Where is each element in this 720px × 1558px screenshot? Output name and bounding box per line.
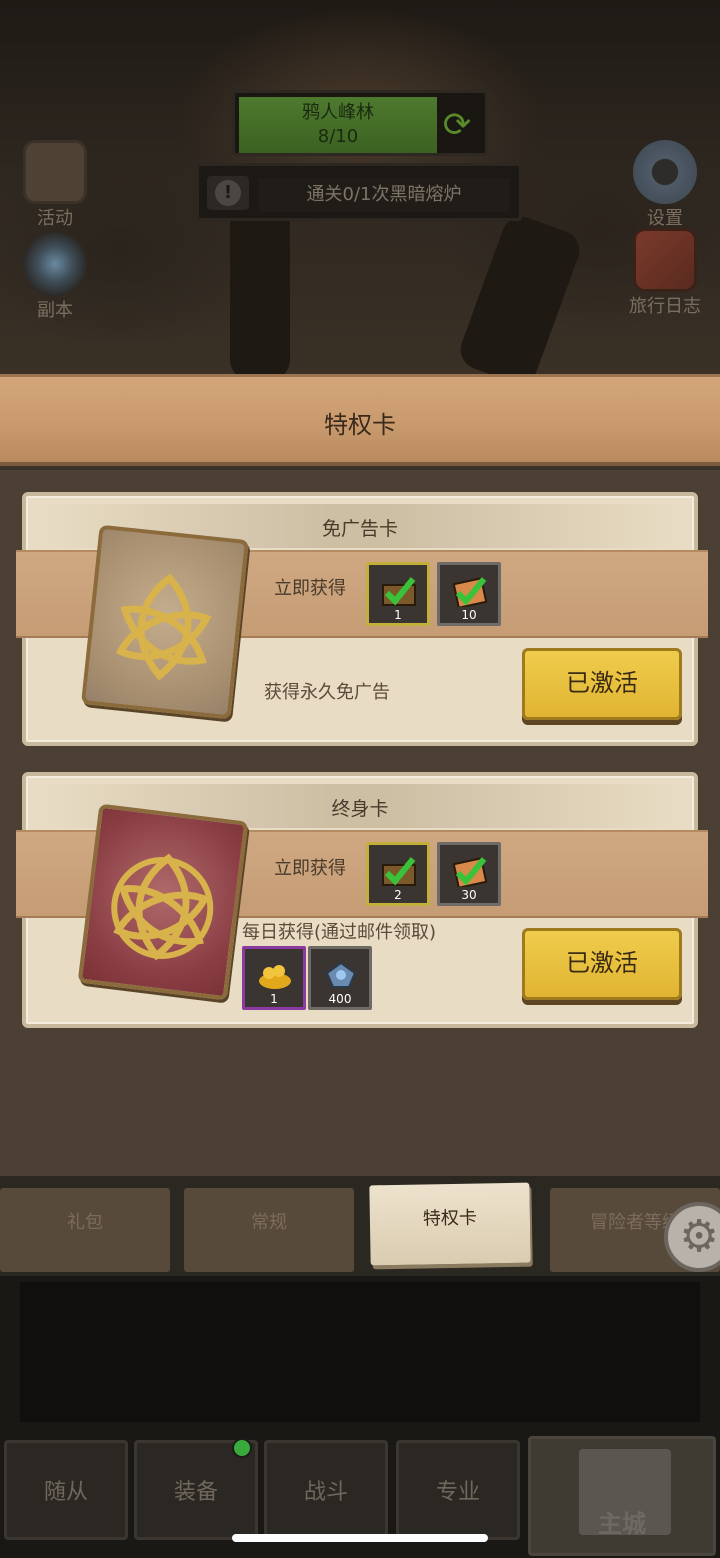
dungeon-label: 副本 <box>37 300 73 321</box>
instant-reward-label: 立即获得 <box>274 858 346 879</box>
privilege-card-panel: 免广告卡 立即获得 1 10 获得永久免广告 已激活 终身卡 立即获得 2 30… <box>0 470 720 1180</box>
content-area <box>20 1282 700 1422</box>
quest-count: 8/10 <box>317 126 359 147</box>
instant-reward-label: 立即获得 <box>274 578 346 599</box>
activated-button[interactable]: 已激活 <box>522 648 682 720</box>
travel-log-label: 旅行日志 <box>629 296 701 317</box>
tab-gift-pack[interactable]: 礼包 <box>0 1188 170 1272</box>
nav-battle[interactable]: 战斗 <box>264 1440 388 1540</box>
activity-button[interactable]: 活动 <box>10 140 100 230</box>
settings-button[interactable]: 设置 <box>620 140 710 230</box>
activity-label: 活动 <box>37 208 73 229</box>
item-quantity: 400 <box>328 992 352 1006</box>
nav-main-city[interactable]: 主城 <box>528 1436 716 1556</box>
page-title: 特权卡 <box>324 411 396 439</box>
alert-icon: ! <box>207 176 249 210</box>
item-quantity: 30 <box>461 888 477 902</box>
triquetra-icon <box>111 853 214 961</box>
gold-pile-icon <box>259 965 291 989</box>
home-indicator[interactable] <box>232 1534 488 1542</box>
scroll-check-icon <box>452 857 488 887</box>
notification-badge <box>232 1438 252 1458</box>
reward-item[interactable]: 1 <box>366 562 430 626</box>
chest-check-icon <box>382 857 416 886</box>
book-icon <box>633 228 697 292</box>
task-text: 通关0/1次黑暗熔炉 <box>259 178 509 212</box>
daily-reward-label: 每日获得(通过邮件领取) <box>242 922 437 943</box>
lifetime-card-art <box>77 803 249 1001</box>
chest-check-icon <box>382 577 416 606</box>
activated-button[interactable]: 已激活 <box>522 928 682 1000</box>
no-ads-card: 免广告卡 立即获得 1 10 获得永久免广告 已激活 <box>16 492 708 746</box>
gem-icon <box>325 961 357 988</box>
nav-followers[interactable]: 随从 <box>4 1440 128 1540</box>
tab-privilege-card[interactable]: 特权卡 <box>369 1182 531 1266</box>
tab-regular[interactable]: 常规 <box>184 1188 354 1272</box>
no-ads-card-art <box>81 524 249 720</box>
travel-log-button[interactable]: 旅行日志 <box>620 228 710 318</box>
main-city-label: 主城 <box>598 1510 646 1538</box>
gear-icon <box>633 140 697 204</box>
scroll-check-icon <box>452 577 488 607</box>
reward-item[interactable]: 30 <box>437 842 501 906</box>
reward-item[interactable]: 400 <box>308 946 372 1010</box>
lifetime-card: 终身卡 立即获得 2 30 每日获得(通过邮件领取) 1 400 已激活 <box>16 772 708 1028</box>
reward-item[interactable]: 2 <box>366 842 430 906</box>
settings-label: 设置 <box>647 208 683 229</box>
dungeon-button[interactable]: 副本 <box>10 232 100 322</box>
reward-item[interactable]: 10 <box>437 562 501 626</box>
scroll-icon <box>23 140 87 204</box>
item-quantity: 1 <box>270 992 278 1006</box>
quest-progress-bar: 鸦人峰林 8/10 <box>239 97 437 153</box>
page-header: 特权卡 <box>0 374 720 466</box>
quest-name: 鸦人峰林 <box>302 102 374 123</box>
card-description: 获得永久免广告 <box>264 682 390 703</box>
quest-progress-panel[interactable]: 鸦人峰林 8/10 ⟳ <box>232 90 488 156</box>
tree-trunk <box>230 200 290 380</box>
reward-item[interactable]: 1 <box>242 946 306 1010</box>
task-panel[interactable]: ! 通关0/1次黑暗熔炉 <box>196 163 522 221</box>
category-tabs: 礼包 常规 特权卡 冒险者等级 ⚙ <box>0 1176 720 1276</box>
portal-icon <box>23 232 87 296</box>
item-quantity: 1 <box>394 608 402 622</box>
item-quantity: 10 <box>461 608 477 622</box>
tree-trunk <box>455 211 585 389</box>
item-quantity: 2 <box>394 888 402 902</box>
nav-profession[interactable]: 专业 <box>396 1440 520 1540</box>
refresh-icon[interactable]: ⟳ <box>435 103 479 147</box>
triquetra-icon <box>115 573 212 681</box>
